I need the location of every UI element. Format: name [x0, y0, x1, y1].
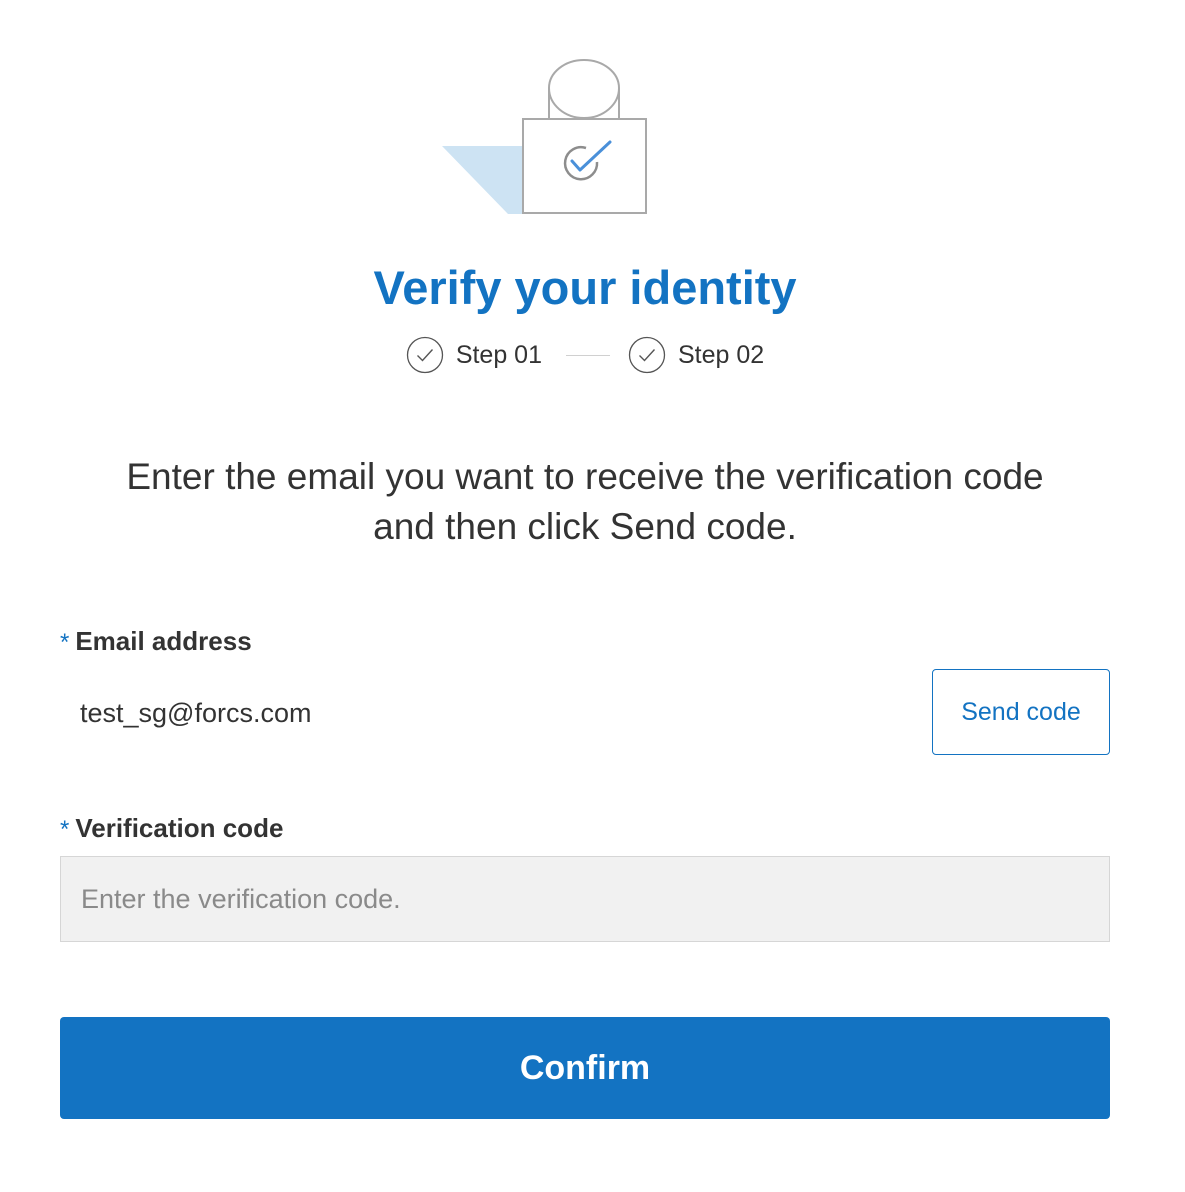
- required-marker: *: [60, 629, 70, 656]
- step-label: Step 02: [678, 340, 765, 369]
- confirm-button[interactable]: Confirm: [60, 1017, 1110, 1119]
- lock-check-icon: [442, 59, 647, 214]
- required-marker: *: [60, 816, 70, 843]
- verification-code-label: * Verification code: [60, 813, 283, 844]
- instruction-text: Enter the email you want to receive the …: [0, 452, 1170, 552]
- check-circle-icon: [406, 336, 443, 374]
- step-indicator: Step 01 Step 02: [0, 334, 1170, 376]
- email-label-text: Email address: [75, 626, 252, 656]
- page-title: Verify your identity: [373, 261, 797, 314]
- verify-identity-page: Verify your identity Step 01 Step 02 Ent…: [0, 0, 1185, 1192]
- verification-code-input[interactable]: [60, 856, 1110, 942]
- step-label: Step 01: [455, 340, 542, 369]
- email-label: * Email address: [60, 626, 252, 657]
- instruction-line-1: Enter the email you want to receive the …: [126, 456, 1044, 497]
- instruction-line-2: and then click Send code.: [373, 506, 797, 547]
- verification-code-label-text: Verification code: [75, 813, 284, 843]
- email-field[interactable]: [60, 670, 910, 756]
- step-02: Step 02: [628, 336, 764, 374]
- step-divider: [566, 354, 610, 356]
- check-circle-icon: [628, 336, 666, 374]
- send-code-button[interactable]: Send code: [932, 669, 1110, 755]
- step-01: Step 01: [406, 336, 542, 374]
